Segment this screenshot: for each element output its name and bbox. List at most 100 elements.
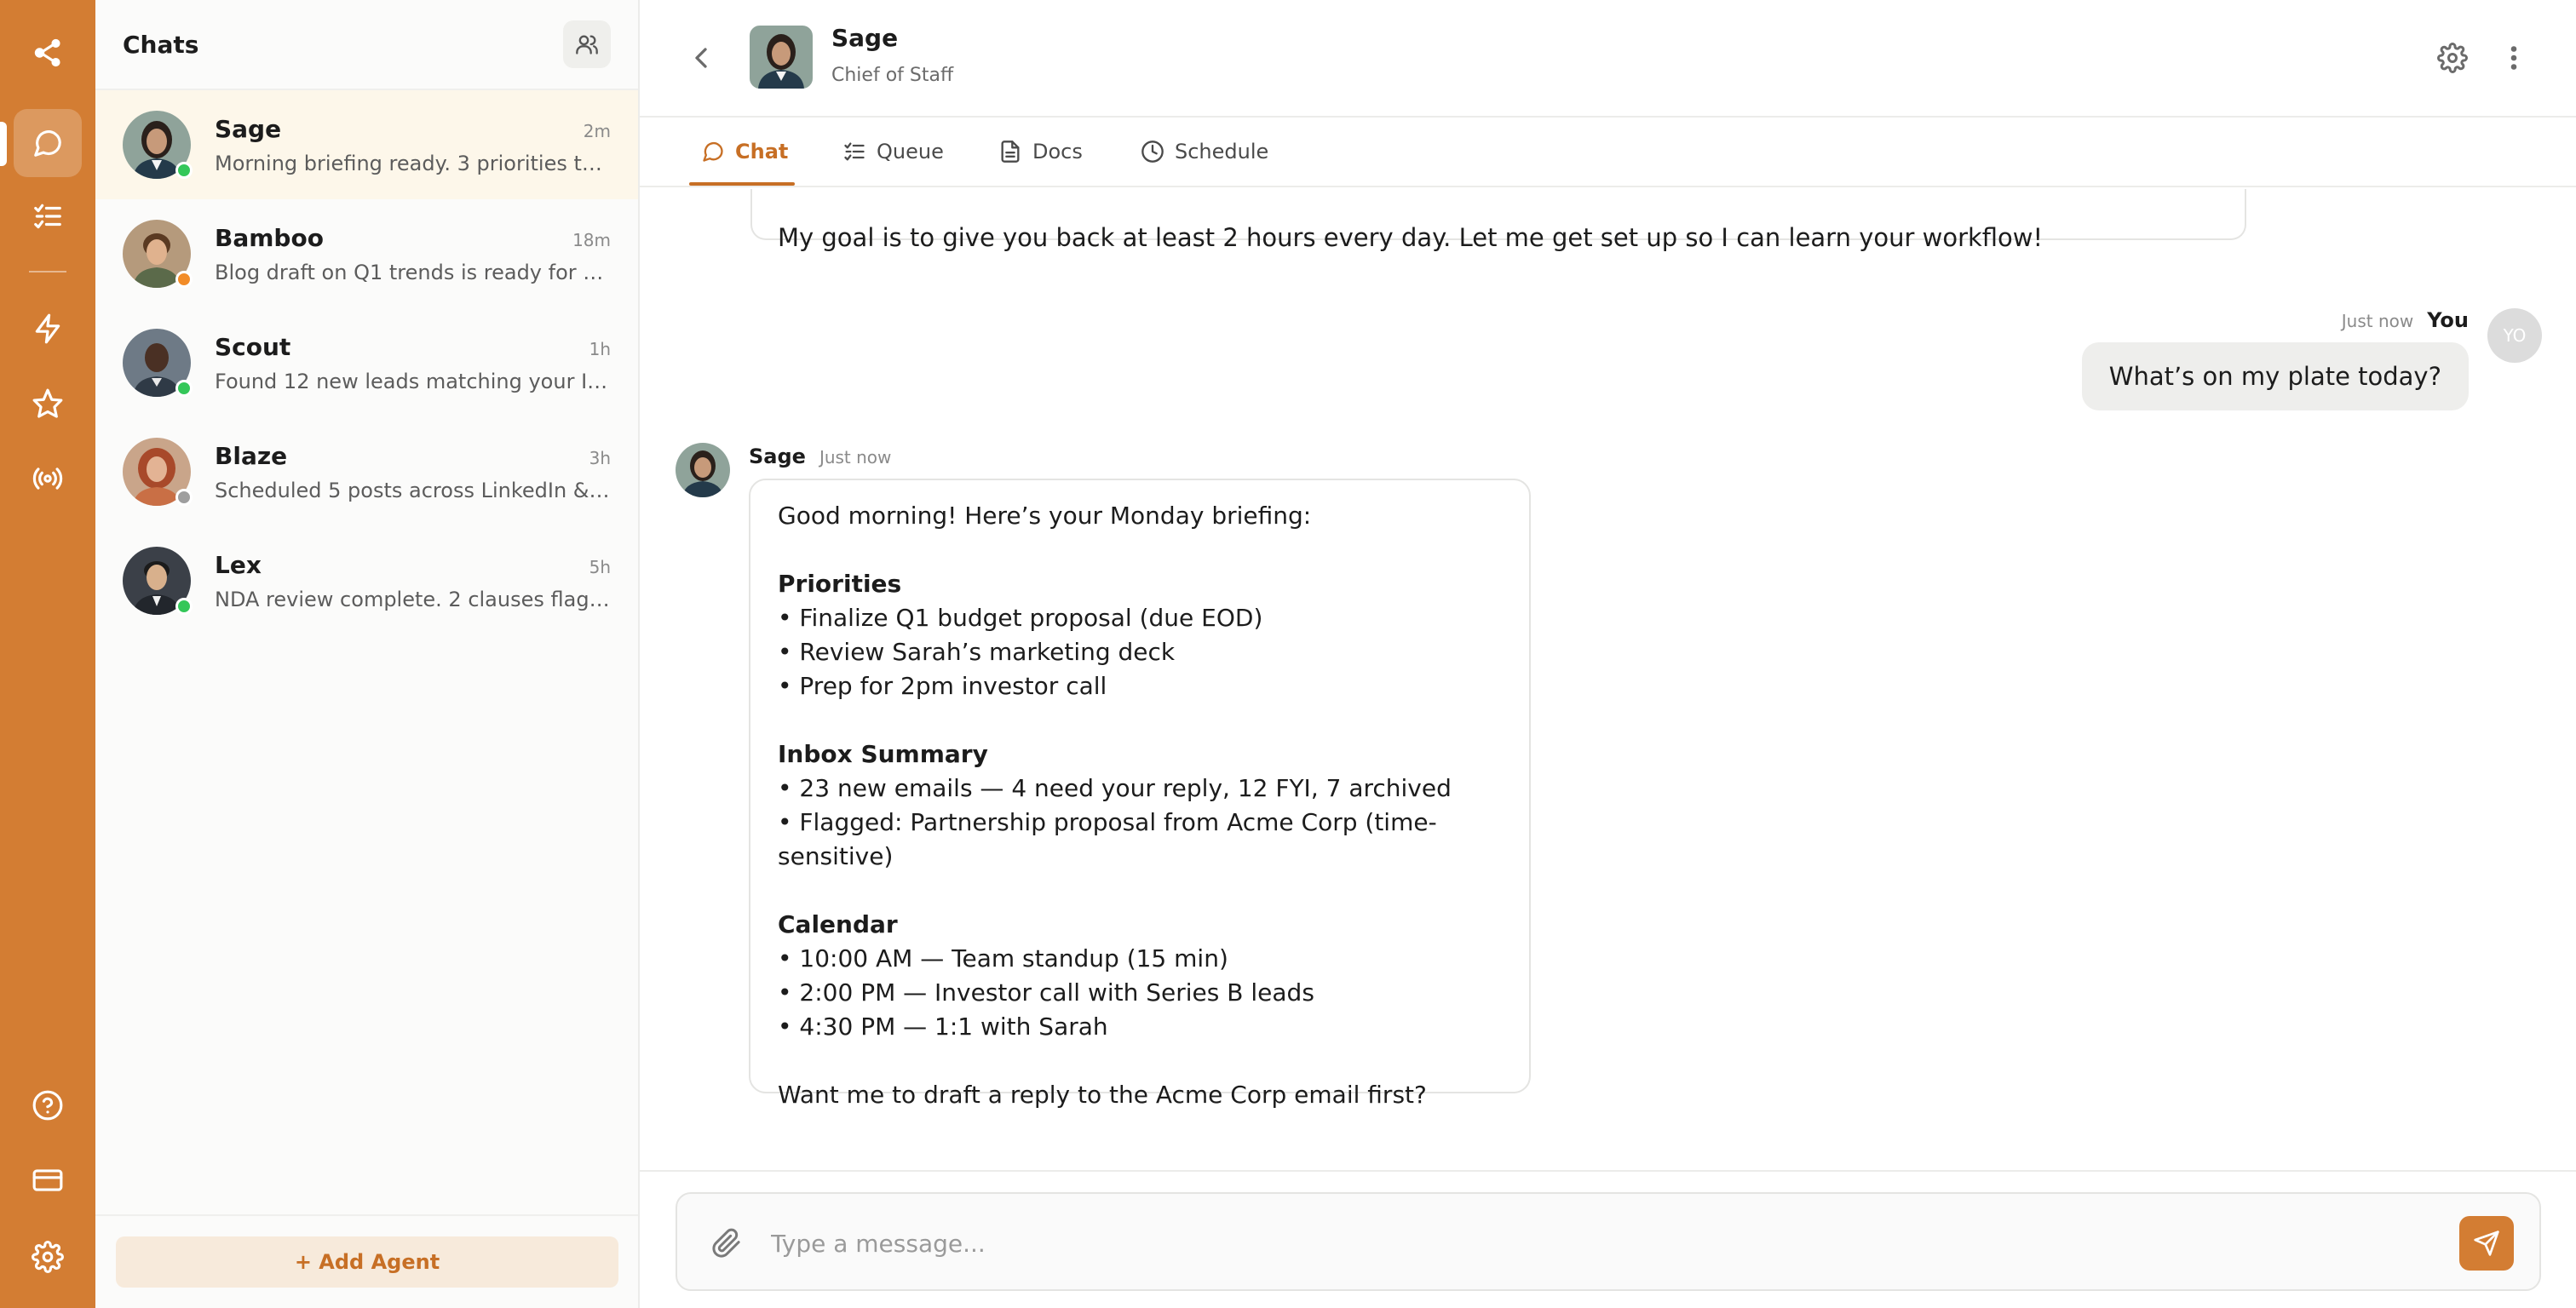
avatar xyxy=(123,111,193,179)
list-check-icon xyxy=(34,204,61,229)
briefing-item: • Finalize Q1 budget proposal (due EOD) xyxy=(778,604,1263,632)
briefing-outro: Want me to draft a reply to the Acme Cor… xyxy=(778,1081,1427,1109)
chat-item-preview: Morning briefing ready. 3 priorities tod… xyxy=(215,151,611,175)
chevron-left-icon xyxy=(695,48,707,68)
briefing-section-heading: Priorities xyxy=(778,570,902,598)
briefing-item: • Review Sarah’s marketing deck xyxy=(778,638,1176,666)
chat-item-scout[interactable]: Scout 1h Found 12 new leads matching you… xyxy=(95,308,638,417)
avatar xyxy=(123,547,193,615)
tab-label: Chat xyxy=(735,140,789,164)
briefing-item: • 10:00 AM — Team standup (15 min) xyxy=(778,944,1228,972)
chat-item-time: 5h xyxy=(589,556,611,577)
rail-broadcast-button[interactable] xyxy=(14,445,82,513)
avatar xyxy=(123,438,193,506)
briefing-intro: Good morning! Here’s your Monday briefin… xyxy=(778,502,1312,530)
rail-help-button[interactable] xyxy=(14,1071,82,1139)
tab-label: Docs xyxy=(1032,140,1083,164)
lightning-icon xyxy=(35,313,60,344)
chat-item-time: 1h xyxy=(589,338,611,359)
conversation-header: Sage Chief of Staff xyxy=(640,0,2576,118)
billing-card-icon xyxy=(32,1169,63,1191)
conversation-panel: Sage Chief of Staff Chat Queue Docs Sche… xyxy=(640,0,2576,1308)
message-composer xyxy=(676,1192,2541,1291)
agent-message-bubble: Good morning! Here’s your Monday briefin… xyxy=(749,479,1531,1109)
agent-settings-button[interactable] xyxy=(2437,43,2468,73)
chat-item-preview: Scheduled 5 posts across LinkedIn & Twit… xyxy=(215,478,611,502)
avatar xyxy=(123,220,193,288)
rail-tasks-button[interactable] xyxy=(14,182,82,250)
rail-active-indicator xyxy=(0,122,7,166)
broadcast-icon xyxy=(32,468,63,490)
users-icon xyxy=(576,35,598,54)
status-offline-indicator xyxy=(175,489,193,506)
agent-role: Chief of Staff xyxy=(831,65,954,86)
briefing-item: • 2:00 PM — Investor call with Series B … xyxy=(778,978,1314,1007)
back-button[interactable] xyxy=(684,41,718,75)
clock-icon xyxy=(1141,141,1164,163)
chat-item-preview: Found 12 new leads matching your ICP… xyxy=(215,369,611,393)
sage-avatar-image xyxy=(676,443,730,497)
chat-item-time: 18m xyxy=(572,229,611,250)
chat-item-preview: Blog draft on Q1 trends is ready for rev… xyxy=(215,260,611,284)
rail-settings-button[interactable] xyxy=(14,1223,82,1291)
chat-list-panel: Chats Sage 2m Morning briefing ready. 3 … xyxy=(95,0,640,1308)
share-nodes-icon[interactable] xyxy=(14,19,82,87)
status-online-indicator xyxy=(175,598,193,615)
rail-divider xyxy=(29,271,66,272)
add-agent-button[interactable]: + Add Agent xyxy=(116,1236,618,1288)
briefing-section-heading: Inbox Summary xyxy=(778,740,988,768)
previous-message-text: My goal is to give you back at least 2 h… xyxy=(778,223,2044,252)
chat-item-bamboo[interactable]: Bamboo 18m Blog draft on Q1 trends is re… xyxy=(95,199,638,308)
gear-icon xyxy=(2437,43,2468,73)
send-icon xyxy=(2474,1231,2499,1256)
briefing-item: • 4:30 PM — 1:1 with Sarah xyxy=(778,1013,1108,1041)
agent-message-meta: Sage Just now xyxy=(749,445,891,468)
briefing-item: • Prep for 2pm investor call xyxy=(778,672,1107,700)
tab-schedule[interactable]: Schedule xyxy=(1141,118,1268,186)
rail-favorites-button[interactable] xyxy=(14,370,82,438)
tab-chat[interactable]: Chat xyxy=(701,118,788,186)
avatar xyxy=(123,329,193,397)
tab-docs[interactable]: Docs xyxy=(998,118,1083,186)
conversation-tabs: Chat Queue Docs Schedule xyxy=(640,118,2576,187)
status-online-indicator xyxy=(175,162,193,179)
status-away-indicator xyxy=(175,271,193,288)
document-icon xyxy=(1001,141,1020,163)
agent-message-name: Sage xyxy=(749,445,806,468)
message-input[interactable] xyxy=(771,1219,2389,1267)
chat-item-name: Blaze xyxy=(215,441,288,470)
contacts-button[interactable] xyxy=(563,20,611,68)
user-name: You xyxy=(2427,308,2469,332)
chat-item-time: 2m xyxy=(583,120,611,141)
briefing-section-heading: Calendar xyxy=(778,910,898,938)
briefing-item: • 23 new emails — 4 need your reply, 12 … xyxy=(778,774,1452,802)
message-list[interactable]: My goal is to give you back at least 2 h… xyxy=(640,189,2576,1170)
rail-automations-button[interactable] xyxy=(14,295,82,363)
chat-list-header: Chats xyxy=(95,0,638,90)
chat-item-sage[interactable]: Sage 2m Morning briefing ready. 3 priori… xyxy=(95,90,638,199)
paperclip-icon xyxy=(712,1228,740,1258)
more-options-button[interactable] xyxy=(2498,43,2529,73)
chat-item-preview: NDA review complete. 2 clauses flagged… xyxy=(215,587,611,611)
chat-item-lex[interactable]: Lex 5h NDA review complete. 2 clauses fl… xyxy=(95,526,638,635)
user-message-time: Just now xyxy=(2341,311,2414,331)
chat-item-blaze[interactable]: Blaze 3h Scheduled 5 posts across Linked… xyxy=(95,417,638,526)
chat-item-name: Bamboo xyxy=(215,223,324,252)
more-vertical-icon xyxy=(2510,46,2517,70)
chat-item-time: 3h xyxy=(589,447,611,468)
active-tab-underline xyxy=(689,182,795,186)
agent-name: Sage xyxy=(831,24,899,52)
attach-button[interactable] xyxy=(711,1228,742,1259)
rail-chats-button[interactable] xyxy=(14,109,82,177)
tab-queue[interactable]: Queue xyxy=(842,118,944,186)
list-check-icon xyxy=(844,142,865,161)
user-message-meta: Just now You xyxy=(2342,308,2469,332)
rail-billing-button[interactable] xyxy=(14,1146,82,1214)
left-rail xyxy=(0,0,95,1308)
avatar xyxy=(750,26,813,89)
list-footer-divider xyxy=(95,1214,638,1216)
composer-divider xyxy=(640,1170,2576,1172)
send-button[interactable] xyxy=(2459,1216,2514,1271)
chat-item-name: Scout xyxy=(215,332,291,361)
tab-label: Queue xyxy=(877,140,944,164)
